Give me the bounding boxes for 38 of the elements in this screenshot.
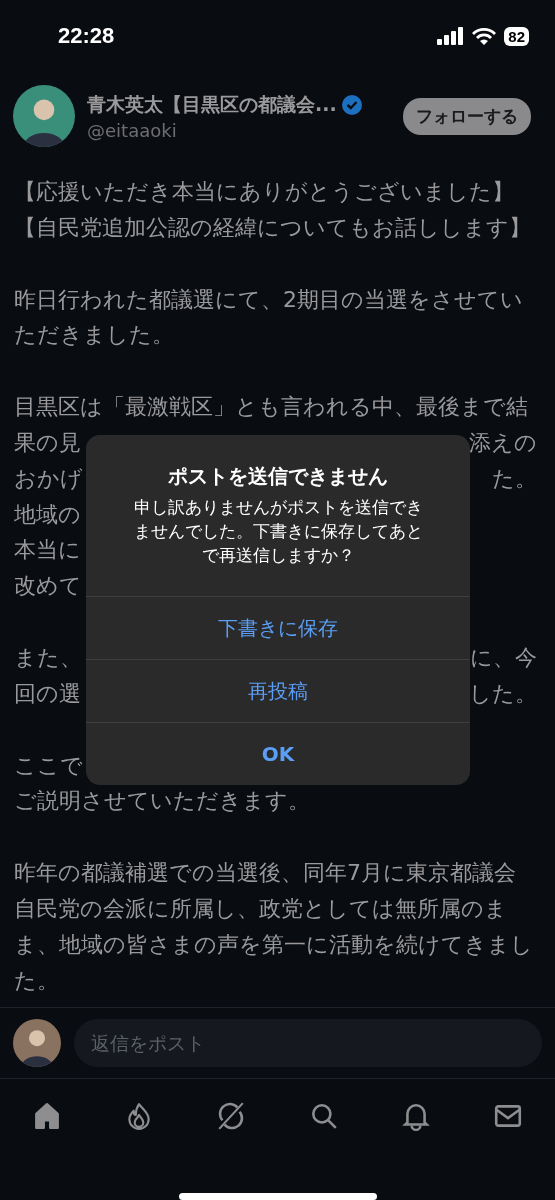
bell-icon[interactable]	[400, 1101, 431, 1131]
dialog-title: ポストを送信できません	[167, 463, 389, 490]
follow-button[interactable]: フォローする	[403, 97, 531, 135]
dialog-message: 申し訳ありませんがポストを送信できませんでした。下書きに保存してあとで再送信しますか？	[132, 497, 424, 567]
post-text: 添えの	[469, 429, 538, 457]
post-text: 昨日行われた都議選にて、2期目の当選をさせてい	[14, 285, 523, 314]
post-text: また、	[14, 643, 82, 672]
post-text: 果の見	[14, 429, 81, 457]
post-text: 【応援いただき本当にありがとうございました】	[14, 178, 514, 206]
post-text: た。	[492, 464, 538, 493]
post-text: 地域の	[14, 500, 81, 529]
post-text: ただきました。	[14, 321, 174, 350]
post-text: た。	[14, 966, 59, 995]
reply-field[interactable]: 返信をポスト	[74, 1019, 542, 1067]
status-time: 22:28	[58, 23, 115, 49]
post-text: 昨年の都議補選での当選後、同年7月に東京都議会	[14, 859, 516, 888]
wifi-icon	[472, 27, 497, 45]
post-text: 目黒区は「最激戦区」とも言われる中、最後まで結	[14, 393, 528, 422]
home-icon[interactable]	[32, 1101, 62, 1131]
post-text: に、今	[470, 643, 538, 672]
post-text: 回の選	[14, 679, 81, 708]
avatar[interactable]	[13, 1019, 61, 1067]
post-text: 【自民党追加公認の経緯についてもお話しします】	[14, 213, 531, 242]
post-text: ま、地域の皆さまの声を第一に活動を続けてきまし	[14, 930, 533, 959]
post-text: おかげ	[14, 464, 83, 493]
dialog-button[interactable]: 下書きに保存	[86, 596, 470, 659]
post-text: 改めて	[14, 572, 82, 601]
post-text: した。	[469, 679, 538, 708]
post-text: 本当に	[14, 536, 81, 565]
post-text: ご説明させていただきます。	[14, 787, 310, 816]
battery-indicator: 82	[504, 26, 529, 46]
author-handle[interactable]: @eitaaoki	[87, 119, 362, 141]
dialog-button[interactable]: OK	[86, 722, 470, 785]
signal-icon	[437, 27, 465, 45]
dialog-button[interactable]: 再投稿	[86, 659, 470, 722]
author-name[interactable]: 青木英太【目黒区の都議会...	[87, 91, 337, 118]
post-text: ここで	[14, 751, 83, 780]
post-text: 自民党の会派に所属し、政党としては無所属のま	[14, 894, 507, 923]
